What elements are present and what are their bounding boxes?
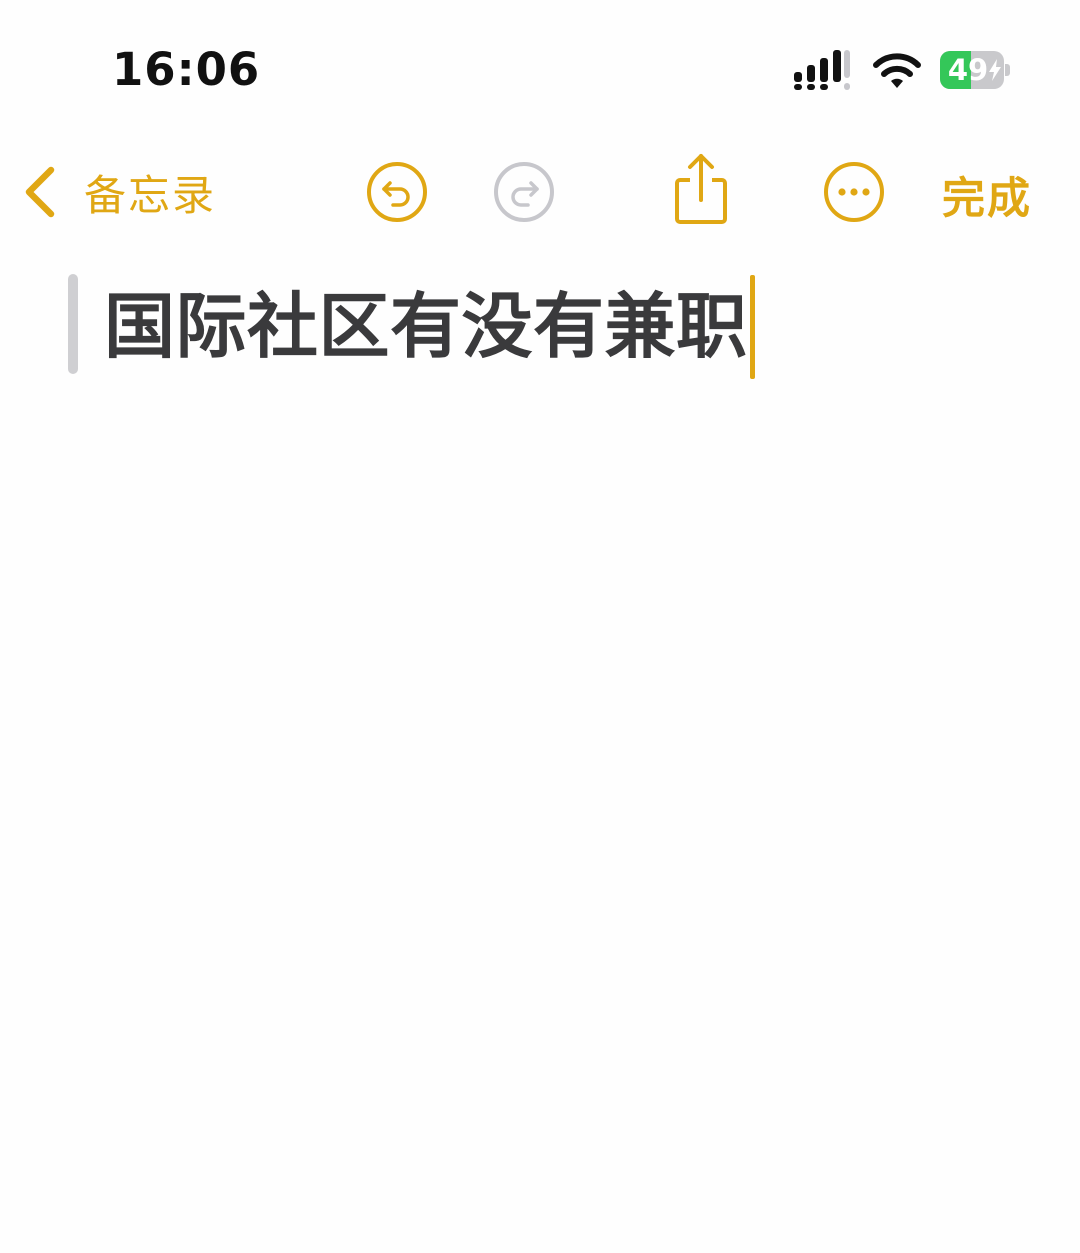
charging-bolt-icon: [989, 59, 1001, 81]
status-bar: 16:06 49: [0, 0, 1080, 130]
note-title[interactable]: 国际社区有没有兼职: [104, 277, 748, 377]
note-editor[interactable]: 国际社区有没有兼职: [0, 250, 1080, 1253]
block-drag-handle[interactable]: [68, 274, 78, 374]
wifi-icon: [873, 53, 921, 88]
status-icons: 49: [794, 48, 1010, 92]
undo-button[interactable]: [363, 158, 431, 226]
share-icon: [675, 154, 727, 224]
share-button[interactable]: [668, 152, 734, 226]
cellular-signal-icon: [794, 50, 850, 90]
status-time: 16:06: [112, 43, 261, 96]
back-label: 备忘录: [84, 170, 217, 220]
battery-nub: [1005, 64, 1010, 76]
done-button[interactable]: 完成: [942, 164, 1032, 226]
note-toolbar: 备忘录 完成: [0, 150, 1080, 234]
chevron-left-icon: [25, 166, 55, 218]
redo-icon: [494, 162, 554, 222]
text-cursor: [749, 275, 755, 379]
battery-indicator: 49: [940, 51, 1010, 89]
note-title-row[interactable]: 国际社区有没有兼职: [104, 272, 755, 382]
undo-icon: [367, 162, 427, 222]
ellipsis-circle-icon: [824, 162, 884, 222]
redo-button[interactable]: [490, 158, 558, 226]
back-button[interactable]: 备忘录: [20, 160, 216, 224]
more-options-button[interactable]: [820, 158, 888, 226]
